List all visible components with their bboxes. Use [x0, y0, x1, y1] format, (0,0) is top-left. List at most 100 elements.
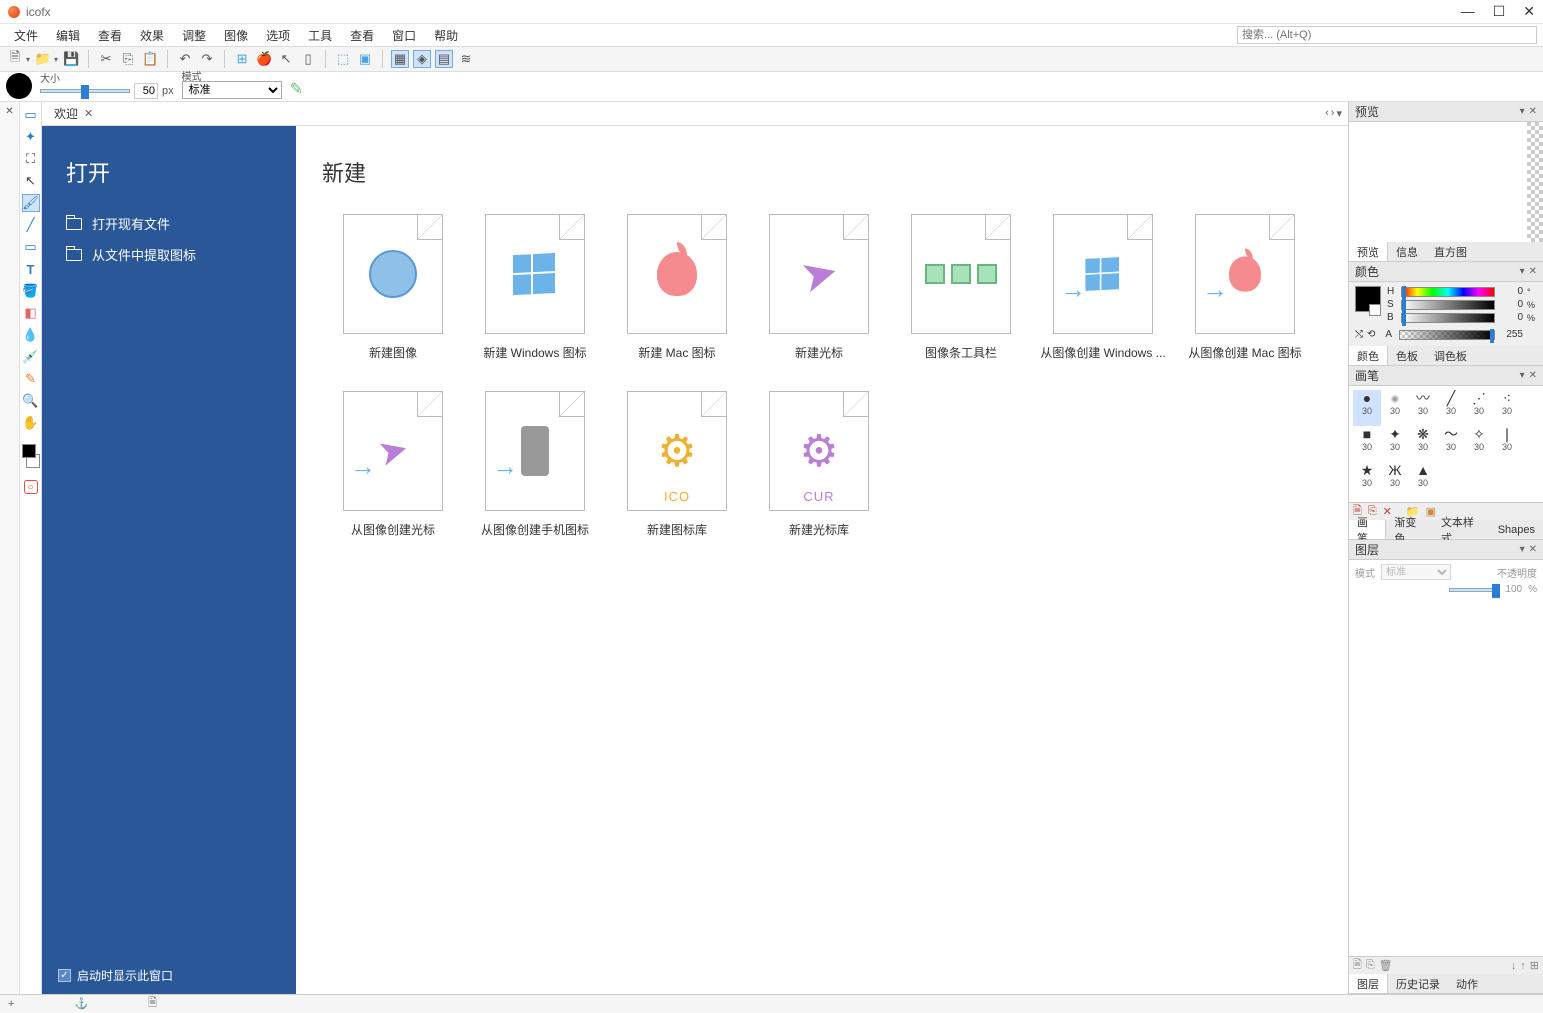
from-image-windows[interactable]: → 从图像创建 Windows ...	[1032, 214, 1174, 361]
new-windows-icon[interactable]: 新建 Windows 图标	[464, 214, 606, 361]
wand-tool[interactable]: ✦	[22, 128, 40, 146]
size-slider[interactable]	[40, 89, 130, 93]
hand-tool[interactable]: ✋	[22, 414, 40, 432]
layers-button[interactable]: ≋	[457, 50, 475, 68]
marquee-tool[interactable]: ▭	[22, 106, 40, 124]
grid-toggle-button[interactable]: ▦	[391, 50, 409, 68]
panel-menu-icon[interactable]: ▾	[1520, 106, 1525, 117]
menu-help[interactable]: 帮助	[426, 25, 466, 46]
move-tool[interactable]: ↖	[22, 172, 40, 190]
brush-preset[interactable]: ●30	[1353, 390, 1381, 426]
history-tab[interactable]: 历史记录	[1388, 974, 1448, 993]
brush-preset[interactable]: ⋰30	[1465, 390, 1493, 426]
new-file-dropdown[interactable]: ▾	[26, 55, 30, 64]
opacity-slider[interactable]	[1449, 588, 1499, 592]
save-button[interactable]: 💾	[62, 50, 80, 68]
open-existing-file[interactable]: 打开现有文件	[66, 208, 296, 239]
transparency-button[interactable]: ▤	[435, 50, 453, 68]
layer-up-icon[interactable]: ↑	[1520, 960, 1526, 972]
tab-prev-icon[interactable]: ‹	[1325, 107, 1329, 120]
palette-tab[interactable]: 调色板	[1426, 346, 1475, 365]
actions-tab[interactable]: 动作	[1448, 974, 1486, 993]
new-icon-library[interactable]: ⚙ICO 新建图标库	[606, 391, 748, 538]
zoom-tool[interactable]: 🔍	[22, 392, 40, 410]
toolbox-close-icon[interactable]: ✕	[5, 106, 13, 117]
menu-tools[interactable]: 工具	[300, 25, 340, 46]
preview-tab[interactable]: 预览	[1349, 242, 1388, 261]
extract-button[interactable]: ▣	[356, 50, 374, 68]
bucket-tool[interactable]: 🪣	[22, 282, 40, 300]
swatches-tab[interactable]: 色板	[1388, 346, 1426, 365]
menu-adjust[interactable]: 调整	[174, 25, 214, 46]
new-cursor[interactable]: ➤ 新建光标	[748, 214, 890, 361]
phone-icon-button[interactable]: ▯	[299, 50, 317, 68]
new-cursor-library[interactable]: ⚙CUR 新建光标库	[748, 391, 890, 538]
record-indicator[interactable]: ○	[24, 480, 38, 494]
line-tool[interactable]: ╱	[22, 216, 40, 234]
textstyle-tab[interactable]: 文本样式	[1433, 520, 1490, 539]
from-image-mac[interactable]: → 从图像创建 Mac 图标	[1174, 214, 1316, 361]
cut-button[interactable]: ✂	[97, 50, 115, 68]
gradient-tab[interactable]: 渐变色	[1386, 520, 1433, 539]
eraser-tool[interactable]: ◧	[22, 304, 40, 322]
brush-preset[interactable]: ╱30	[1437, 390, 1465, 426]
rect-tool[interactable]: ▭	[22, 238, 40, 256]
color-sub-swatch[interactable]	[1369, 304, 1381, 316]
panel-menu-icon[interactable]: ▾	[1520, 370, 1525, 381]
brush-preset[interactable]: ❘30	[1493, 426, 1521, 462]
from-image-cursor[interactable]: →➤ 从图像创建光标	[322, 391, 464, 538]
layer-merge-icon[interactable]: ⊞	[1530, 959, 1539, 972]
status-add[interactable]: +	[8, 998, 14, 1010]
tab-next-icon[interactable]: ›	[1331, 107, 1335, 120]
windows-icon-button[interactable]: ⊞	[233, 50, 251, 68]
cursor-icon-button[interactable]: ↖	[277, 50, 295, 68]
mask-toggle-button[interactable]: ◈	[413, 50, 431, 68]
copy-button[interactable]: ⎘	[119, 50, 137, 68]
brush-preview[interactable]	[6, 73, 32, 99]
brush-preset[interactable]: ■30	[1353, 426, 1381, 462]
panel-menu-icon[interactable]: ▾	[1520, 266, 1525, 277]
layer-mode-select[interactable]: 标准	[1381, 564, 1451, 580]
minimize-button[interactable]: —	[1461, 3, 1475, 20]
color-tab[interactable]: 颜色	[1349, 346, 1388, 365]
paste-button[interactable]: 📋	[141, 50, 159, 68]
brush-preset[interactable]: ❋30	[1409, 426, 1437, 462]
info-tab[interactable]: 信息	[1388, 242, 1426, 261]
new-file-button[interactable]: 🗎	[6, 50, 24, 68]
capture-button[interactable]: ⬚	[334, 50, 352, 68]
swap-icon[interactable]: ⤭	[1355, 329, 1363, 340]
undo-button[interactable]: ↶	[176, 50, 194, 68]
apple-icon-button[interactable]: 🍎	[255, 50, 273, 68]
redo-button[interactable]: ↷	[198, 50, 216, 68]
menu-options[interactable]: 选项	[258, 25, 298, 46]
startup-checkbox-row[interactable]: ✓ 启动时显示此窗口	[58, 967, 173, 984]
brush-tab[interactable]: 画笔	[1349, 520, 1386, 539]
shapes-tab[interactable]: Shapes	[1490, 520, 1543, 539]
startup-checkbox[interactable]: ✓	[58, 969, 71, 982]
layer-del-icon[interactable]: 🗑	[1379, 959, 1393, 972]
brush-preset[interactable]: 〜30	[1437, 426, 1465, 462]
mode-select[interactable]: 标准	[182, 81, 282, 99]
b-slider[interactable]	[1401, 313, 1495, 323]
brush-preset[interactable]: ⁖30	[1493, 390, 1521, 426]
brush-del-icon[interactable]: ✕	[1383, 505, 1392, 518]
panel-close-icon[interactable]: ✕	[1529, 544, 1537, 555]
size-input[interactable]	[134, 83, 158, 99]
welcome-tab[interactable]: 欢迎 ✕	[48, 105, 99, 122]
brush-preset[interactable]: ★30	[1353, 462, 1381, 498]
brush-preset[interactable]: ▲30	[1409, 462, 1437, 498]
blur-tool[interactable]: 💧	[22, 326, 40, 344]
menu-view1[interactable]: 查看	[90, 25, 130, 46]
layers-tab[interactable]: 图层	[1349, 974, 1388, 993]
s-slider[interactable]	[1401, 300, 1495, 310]
menu-edit[interactable]: 编辑	[48, 25, 88, 46]
brush-extra-icon[interactable]: ✎	[290, 79, 303, 99]
menu-window[interactable]: 窗口	[384, 25, 424, 46]
search-input[interactable]	[1237, 26, 1537, 44]
new-image[interactable]: 新建图像	[322, 214, 464, 361]
layer-down-icon[interactable]: ↓	[1511, 960, 1517, 972]
panel-close-icon[interactable]: ✕	[1529, 106, 1537, 117]
layer-dup-icon[interactable]: ⎘	[1366, 959, 1375, 972]
close-button[interactable]: ✕	[1523, 3, 1535, 20]
menu-view2[interactable]: 查看	[342, 25, 382, 46]
